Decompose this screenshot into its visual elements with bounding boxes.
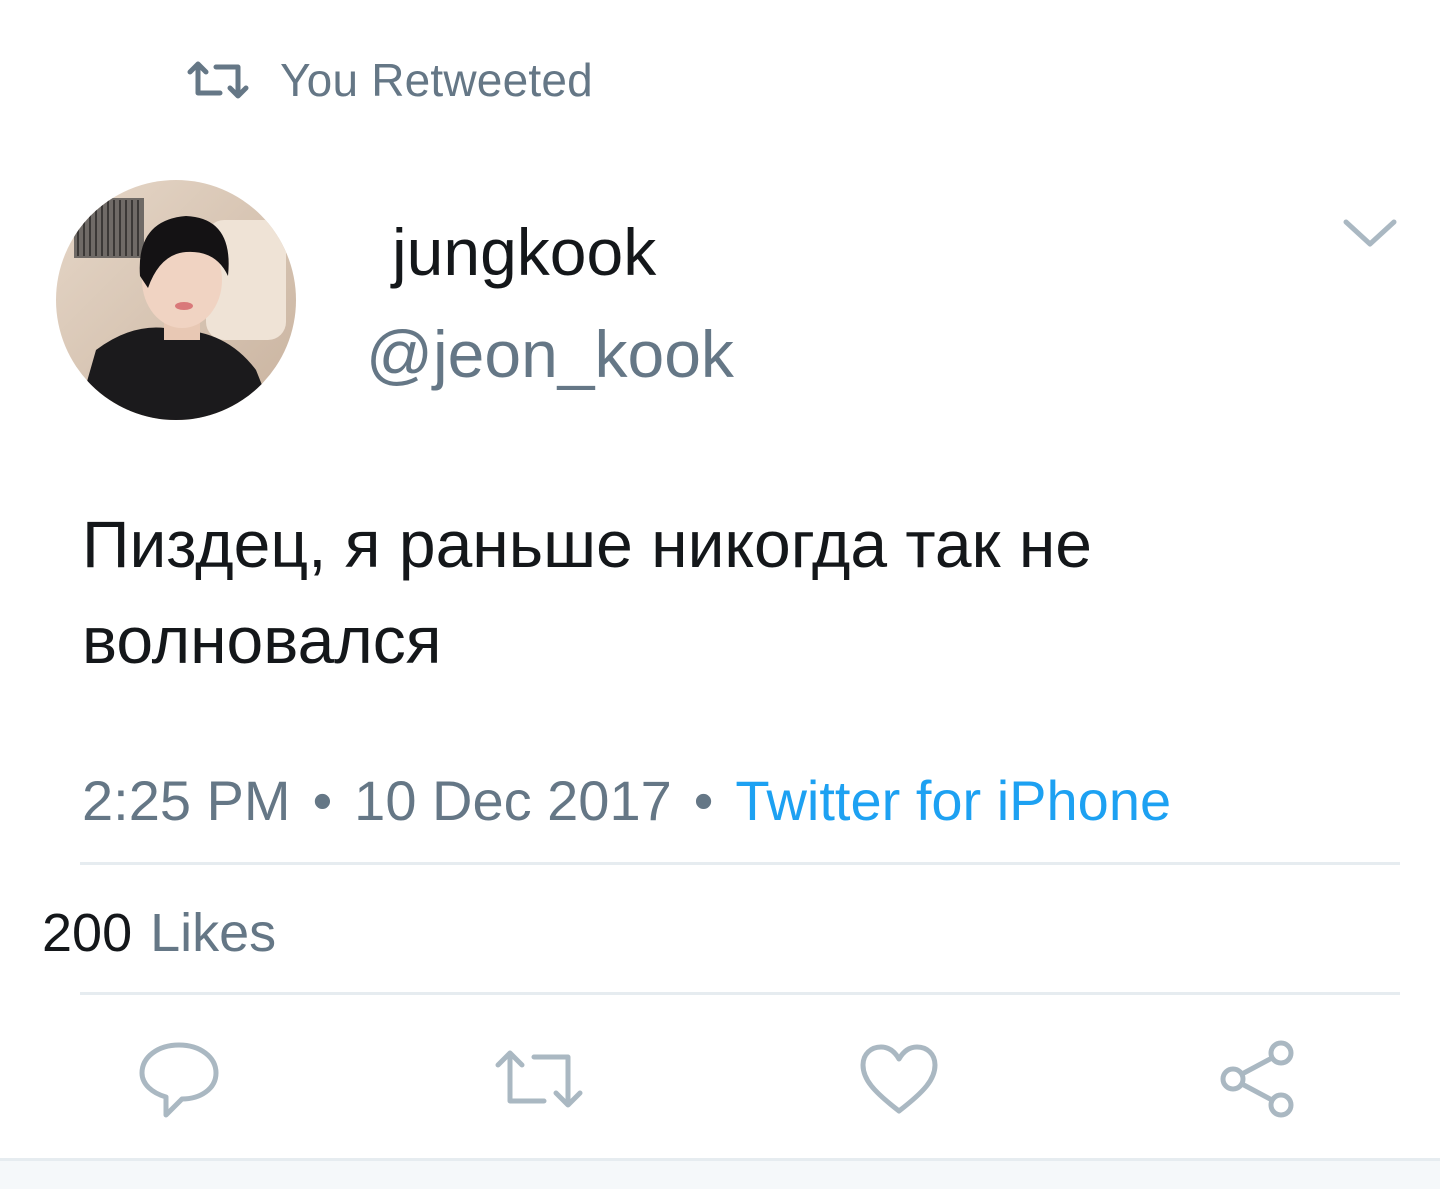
reply-button[interactable]: [134, 1036, 224, 1126]
chevron-down-icon[interactable]: [1340, 212, 1400, 252]
divider: [80, 862, 1400, 865]
likes-count: 200: [42, 903, 133, 963]
retweet-icon: [492, 1047, 586, 1116]
retweeted-indicator: You Retweeted: [186, 52, 593, 108]
author-handle[interactable]: @jeon_kook: [366, 314, 734, 394]
share-button[interactable]: [1212, 1036, 1302, 1126]
divider: [80, 992, 1400, 995]
tweet-date: 10 Dec 2017: [354, 769, 672, 832]
bottom-edge: [0, 1158, 1440, 1189]
avatar[interactable]: [56, 180, 296, 420]
retweet-button[interactable]: [494, 1036, 584, 1126]
meta-separator: •: [693, 769, 714, 832]
tweet-source-link[interactable]: Twitter for iPhone: [735, 769, 1171, 832]
share-icon: [1215, 1037, 1299, 1126]
tweet-text: Пиздец, я раньше никогда так не волновал…: [82, 507, 1092, 677]
heart-icon: [859, 1043, 939, 1120]
likes-label: Likes: [150, 903, 277, 963]
author-display-name[interactable]: jungkook: [392, 212, 656, 292]
retweeted-label: You Retweeted: [280, 54, 593, 106]
tweet-time: 2:25 PM: [82, 769, 291, 832]
tweet-meta: 2:25 PM • 10 Dec 2017 • Twitter for iPhone: [82, 766, 1171, 836]
retweet-icon: [186, 60, 250, 100]
likes-stat[interactable]: 200 Likes: [42, 898, 276, 968]
reply-icon: [136, 1039, 222, 1124]
like-button[interactable]: [854, 1036, 944, 1126]
meta-separator: •: [312, 769, 333, 832]
